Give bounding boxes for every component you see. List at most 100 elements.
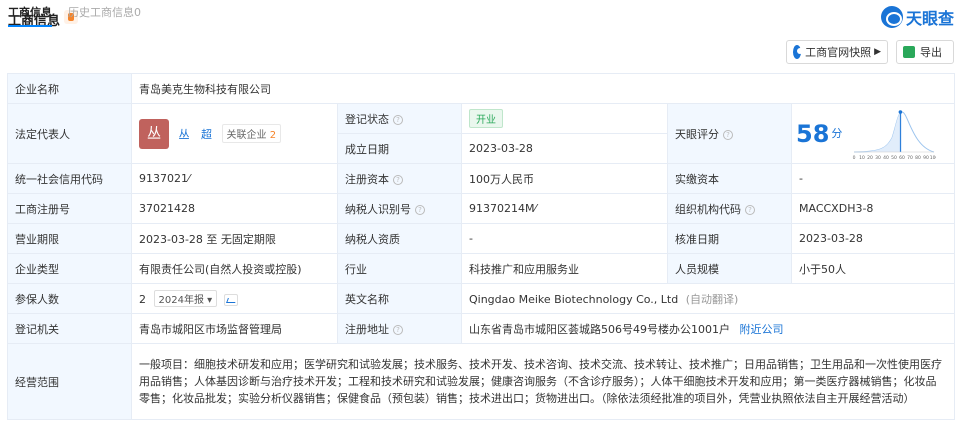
reg-authority-label: 登记机关 [7,313,132,344]
export-label: 导出 [920,46,942,59]
paid-capital-value: - [790,163,956,194]
score-tick-label: 10 [859,155,865,160]
insured-label: 参保人数 [7,283,132,314]
score-tick-label: 90 [923,155,929,160]
excel-icon [903,46,915,58]
table-row: 营业期限 2023-03-28 至 无固定期限 纳税人资质 - 核准日期 202… [7,223,956,254]
help-icon[interactable]: ? [723,129,733,140]
industry-label: 行业 [337,253,462,284]
taxpayer-qual-value: - [461,223,668,254]
score-tick-label: 50 [891,155,897,160]
tianyancha-logo: 天眼查 [880,6,954,28]
user-icon [793,45,804,59]
score-marker-dot [898,109,903,114]
associated-companies-tag[interactable]: 关联企业 2 [221,124,282,143]
table-row: 工商注册号 37021428 纳税人识别号? 91370214M⁄ 组织机构代码… [7,193,956,224]
reg-status-cell: 开业 [461,103,668,134]
score-unit: 分 [831,126,843,140]
score-cell[interactable]: 58分 0 102030405060708090100 [790,103,956,164]
found-date-label: 成立日期 [337,133,462,164]
help-icon[interactable]: ? [393,174,403,185]
reg-address-label: 注册地址? [337,313,462,344]
approve-date-value: 2023-03-28 [790,223,956,254]
industry-value: 科技推广和应用服务业 [461,253,668,284]
approve-date-label: 核准日期 [667,223,792,254]
score-value: 58 [796,119,830,148]
company-type-value: 有限责任公司(自然人投资或控股) [131,253,338,284]
insured-cell: 2 2024年报 ▾ [131,283,338,314]
scope-value: 一般项目：细胞技术研发和应用；医学研究和试验发展；技术服务、技术开发、技术咨询、… [130,343,956,420]
reg-no-label: 工商注册号 [7,193,132,224]
credit-code-value: 9137021⁄ [131,163,338,194]
reg-address-value: 山东省青岛市城阳区荟城路506号49号楼办公1001户 [469,322,730,336]
score-tick-label: 0 [852,155,855,160]
tab-history-business-info[interactable]: 历史工商信息0 [68,4,141,20]
help-icon[interactable]: ? [393,114,403,125]
company-type-label: 企业类型 [7,253,132,284]
distribution-fill [853,111,902,152]
taxpayer-id-value: 91370214M⁄ [461,193,668,224]
table-row: 企业名称 青岛美克生物科技有限公司 [7,73,956,104]
legal-rep-name-link[interactable]: 丛 超 [179,128,217,141]
score-label: 天眼评分? [667,103,792,164]
paid-capital-label: 实缴资本 [667,163,792,194]
official-snapshot-button[interactable]: 工商官网快照 ▶ [786,40,888,64]
score-tick-label: 40 [883,155,889,160]
taxpayer-qual-label: 纳税人资质 [337,223,462,254]
term-label: 营业期限 [7,223,132,254]
score-tick-label: 30 [875,155,881,160]
score-tick-label: 20 [867,155,873,160]
taxpayer-id-label: 纳税人识别号? [337,193,462,224]
reg-capital-label: 注册资本? [337,163,462,194]
company-name-value: 青岛美克生物科技有限公司 [130,73,956,104]
reg-status-label: 登记状态? [337,103,462,134]
official-snapshot-label: 工商官网快照 [805,46,872,59]
staff-size-value: 小于50人 [790,253,956,284]
score-distribution-chart: 0 102030405060708090100 [852,109,938,161]
auto-translate-note: (自动翻译) [685,292,739,306]
english-name-cell: Qingdao Meike Biotechnology Co., Ltd (自动… [460,283,956,314]
score-tick-label: 70 [907,155,913,160]
reg-authority-value: 青岛市城阳区市场监督管理局 [131,313,338,344]
org-code-label: 组织机构代码? [667,193,792,224]
table-row: 参保人数 2 2024年报 ▾ 英文名称 Qingdao Meike Biote… [7,283,956,314]
eye-logo-icon [880,6,903,28]
chevron-right-icon: ▶ [874,47,881,57]
company-name-label: 企业名称 [7,73,132,104]
business-info-table: 企业名称 青岛美克生物科技有限公司 法定代表人 丛 丛 超 关联企业 2 登记状… [7,73,956,420]
table-row: 法定代表人 丛 丛 超 关联企业 2 登记状态? 开业 天眼评分? 58 分 01… [7,103,956,164]
found-date-value: 2023-03-28 [461,133,668,164]
org-code-value: MACCXDH3-8 [790,193,956,224]
tab-business-info[interactable]: 工商信息 [8,4,52,27]
status-badge: 开业 [469,109,503,128]
staff-size-label: 人员规模 [667,253,792,284]
reg-address-cell: 山东省青岛市城阳区荟城路506号49号楼办公1001户 附近公司 [460,313,956,344]
english-name-value: Qingdao Meike Biotechnology Co., Ltd [469,292,679,306]
nearby-companies-link[interactable]: 附近公司 [740,323,784,336]
associated-companies-count: 2 [269,130,277,141]
reg-no-value: 37021428 [131,193,338,224]
header-bar: 工商信息 天眼查 [0,0,960,36]
score-tick-label: 60 [899,155,905,160]
reg-capital-value: 100万人民币 [461,163,668,194]
table-row: 经营范围 一般项目：细胞技术研发和应用；医学研究和试验发展；技术服务、技术开发、… [7,343,956,420]
score-tick-label: 100 [930,155,936,160]
scope-label: 经营范围 [7,343,132,420]
table-row: 登记机关 青岛市城阳区市场监督管理局 注册地址? 山东省青岛市城阳区荟城路506… [7,313,956,344]
legal-rep-avatar[interactable]: 丛 [139,118,169,149]
english-name-label: 英文名称 [337,283,462,314]
export-button[interactable]: 导出 [896,40,954,64]
help-icon[interactable]: ? [415,204,425,215]
help-icon[interactable]: ? [745,204,755,215]
associated-companies-label: 关联企业 [226,130,267,141]
help-icon[interactable]: ? [393,324,403,335]
trend-chart-icon[interactable] [223,294,238,306]
insured-value: 2 [139,293,146,306]
score-tick-label: 80 [915,155,921,160]
table-row: 统一社会信用代码 9137021⁄ 注册资本? 100万人民币 实缴资本 - [7,163,956,194]
term-value: 2023-03-28 至 无固定期限 [131,223,338,254]
annual-report-dropdown[interactable]: 2024年报 ▾ [153,290,218,307]
credit-code-label: 统一社会信用代码 [7,163,132,194]
logo-text: 天眼查 [905,9,954,28]
table-row: 企业类型 有限责任公司(自然人投资或控股) 行业 科技推广和应用服务业 人员规模… [7,253,956,284]
